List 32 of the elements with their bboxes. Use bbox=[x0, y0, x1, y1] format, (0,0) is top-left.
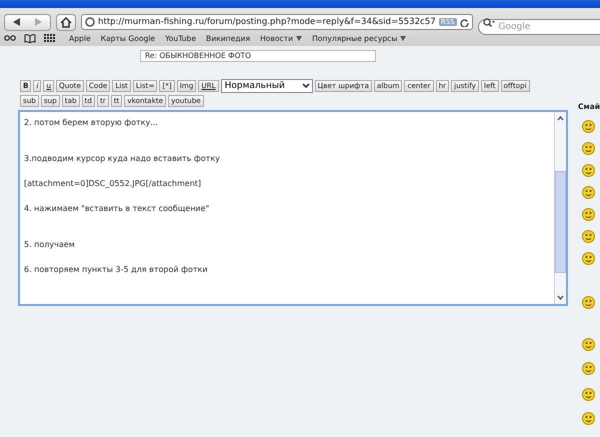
font-size-select[interactable]: Нормальный bbox=[220, 79, 313, 93]
dropdown-arrow-icon bbox=[296, 36, 302, 40]
smiley-icon[interactable] bbox=[582, 186, 595, 199]
smiley-icon[interactable] bbox=[582, 164, 595, 177]
text-line: 3.подводим курсор куда надо вставить фотку bbox=[24, 153, 221, 164]
book-icon[interactable] bbox=[24, 34, 36, 42]
text-line: 2. потом берем вторую фотку... bbox=[24, 117, 159, 128]
text-line: 6. повторяем пункты 3-5 для второй фотки bbox=[24, 264, 209, 275]
smiley-icon[interactable] bbox=[582, 362, 595, 375]
smiley-icon[interactable] bbox=[582, 296, 595, 309]
reload-icon[interactable] bbox=[460, 18, 468, 26]
home-button[interactable] bbox=[56, 14, 76, 30]
text-line: 4. нажимаем "вставить в текст сообщение" bbox=[24, 203, 210, 214]
smiley-icon[interactable] bbox=[582, 388, 595, 401]
scrollbar[interactable] bbox=[554, 112, 566, 304]
smiley-icon[interactable] bbox=[582, 252, 595, 265]
smiley-icon[interactable] bbox=[582, 120, 595, 133]
smiley-icon[interactable] bbox=[582, 338, 595, 351]
house-icon bbox=[60, 16, 72, 28]
back-arrow-icon bbox=[12, 18, 20, 26]
smiley-icon[interactable] bbox=[582, 412, 595, 425]
search-icon bbox=[482, 18, 494, 27]
search-field[interactable]: Google bbox=[478, 19, 600, 35]
grid-icon[interactable] bbox=[44, 34, 55, 42]
forward-arrow-icon bbox=[35, 18, 42, 26]
smiley-icon[interactable] bbox=[582, 208, 595, 221]
text-line: 5. получаем bbox=[24, 239, 76, 250]
smiley-icon[interactable] bbox=[582, 230, 595, 243]
dropdown-arrow-icon bbox=[400, 36, 406, 40]
glasses-icon[interactable] bbox=[4, 35, 16, 41]
text-line: [attachment=0]DSC_0552.JPG[/attachment] bbox=[24, 178, 202, 189]
smiley-icon[interactable] bbox=[582, 142, 595, 155]
